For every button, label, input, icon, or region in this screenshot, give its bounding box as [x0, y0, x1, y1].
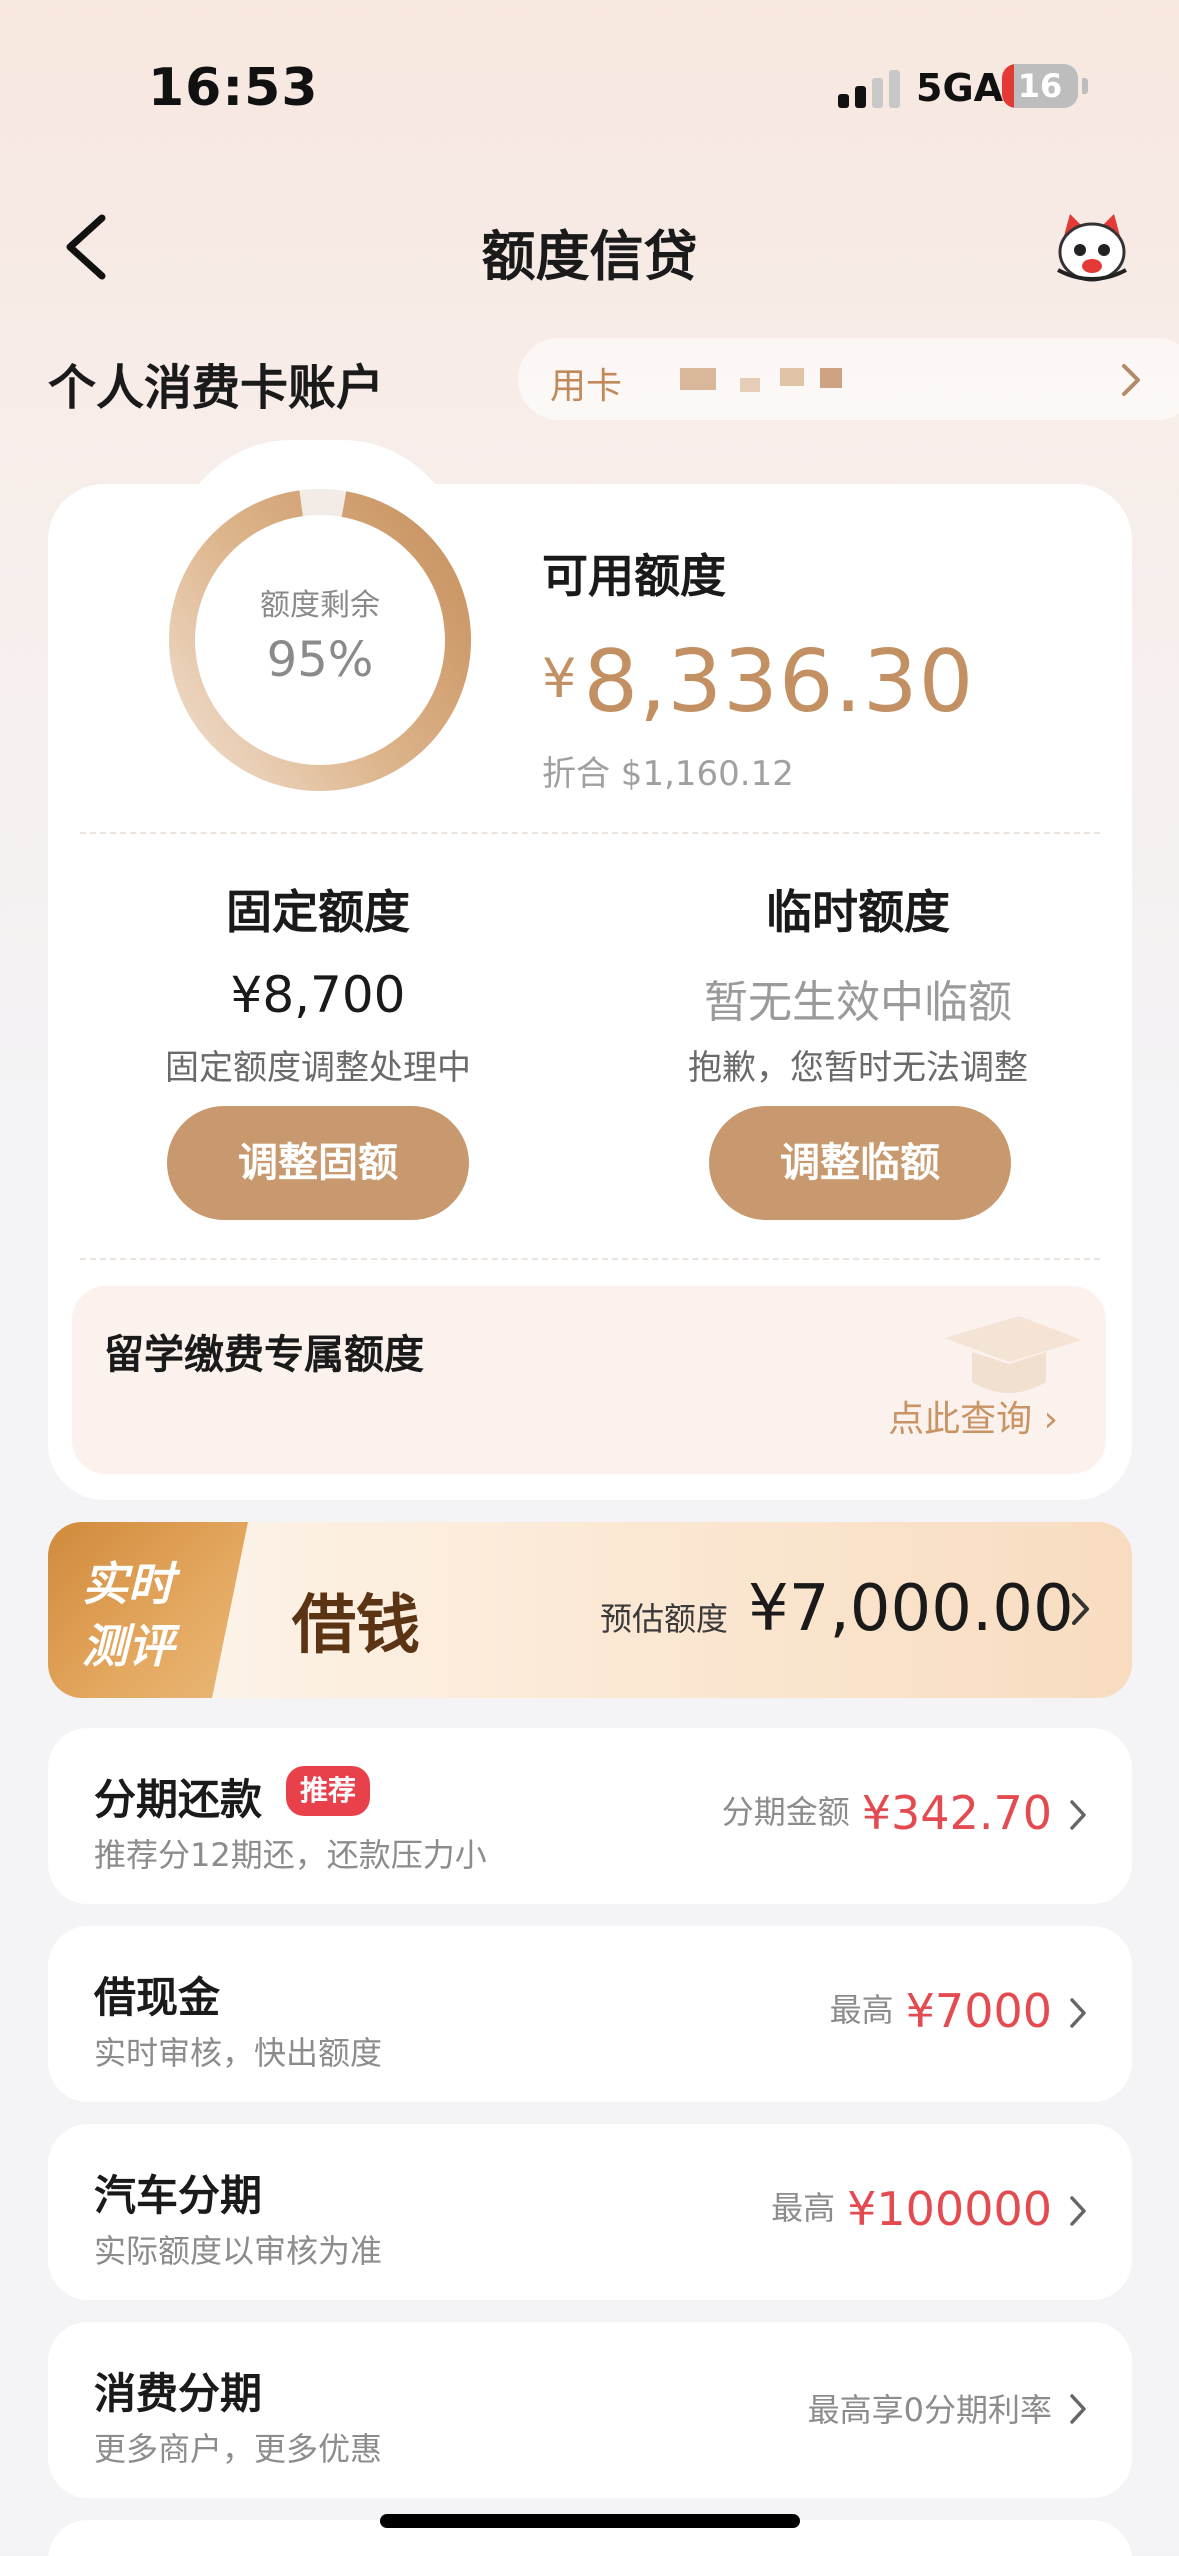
- consumer-installment-row[interactable]: 消费分期 更多商户，更多优惠 最高享0分期利率: [48, 2322, 1132, 2498]
- masked-card-number: [780, 368, 804, 386]
- row-subtitle: 实时审核，快出额度: [94, 2034, 383, 2072]
- fixed-quota: 固定额度 ¥8,700 固定额度调整处理中: [48, 876, 588, 1088]
- available-credit-amount: ¥8,336.30: [542, 632, 974, 732]
- row-subtitle: 实际额度以审核为准: [94, 2232, 383, 2270]
- card-selector[interactable]: 用卡: [518, 338, 1179, 420]
- chevron-right-icon: [1070, 1800, 1086, 1830]
- chevron-right-icon: [1122, 364, 1140, 396]
- chevron-right-icon: [1070, 1998, 1086, 2028]
- currency-symbol: ¥: [542, 647, 578, 710]
- adjust-fixed-quota-button[interactable]: 调整固额: [167, 1106, 469, 1220]
- row-title: 汽车分期: [94, 2171, 263, 2220]
- temporary-quota-amount: 暂无生效中临额: [704, 977, 1012, 1028]
- network-type: 5GA: [916, 66, 1004, 110]
- page-title: 额度信贷: [481, 225, 698, 288]
- row-value-amount: ¥7000: [905, 1984, 1052, 2038]
- fixed-quota-status: 固定额度调整处理中: [165, 1048, 471, 1088]
- row-value-label: 分期金额: [721, 1793, 850, 1831]
- row-value: 分期金额 ¥342.70: [722, 1786, 1052, 1840]
- row-value-label: 最高享0分期利率: [807, 2391, 1052, 2429]
- installment-repayment-row[interactable]: 分期还款 推荐 推荐分12期还，还款压力小 分期金额 ¥342.70: [48, 1728, 1132, 1904]
- loan-banner[interactable]: 实时 测评 借钱 预估额度 ¥7,000.00: [48, 1522, 1132, 1698]
- battery-level: 16: [1017, 67, 1063, 105]
- study-abroad-quota[interactable]: 留学缴费专属额度 点此查询 ›: [72, 1286, 1106, 1474]
- row-value-label: 最高: [771, 2189, 836, 2227]
- temporary-quota-status: 抱歉，您暂时无法调整: [688, 1048, 1028, 1088]
- available-credit-value: 8,336.30: [583, 632, 975, 732]
- mascot-icon: [1057, 214, 1127, 282]
- temporary-quota-title: 临时额度: [766, 885, 950, 939]
- row-value: 最高 ¥100000: [771, 2182, 1052, 2236]
- status-bar: 16:53 5GA 16: [0, 0, 1179, 175]
- home-indicator: [380, 2514, 800, 2528]
- row-title: 分期还款: [94, 1775, 263, 1824]
- signal-icon: [838, 70, 900, 108]
- tag-line-2: 测评: [82, 1619, 174, 1673]
- chevron-right-icon: [1070, 2394, 1086, 2424]
- converted-amount: 折合 $1,160.12: [542, 754, 794, 794]
- temporary-quota: 临时额度 暂无生效中临额 抱歉，您暂时无法调整: [588, 876, 1128, 1088]
- chevron-right-icon: [1072, 1593, 1089, 1625]
- fixed-quota-amount: ¥8,700: [230, 966, 406, 1024]
- battery-tip: [1082, 78, 1088, 94]
- realtime-assessment-tag: 实时 测评: [48, 1522, 248, 1698]
- available-credit-label: 可用额度: [542, 549, 726, 603]
- ring-label: 额度剩余: [260, 588, 380, 623]
- row-value: 最高享0分期利率: [808, 2380, 1052, 2440]
- row-value-amount: ¥342.70: [861, 1786, 1052, 1840]
- masked-card-number: [740, 378, 760, 392]
- study-abroad-title: 留学缴费专属额度: [104, 1332, 424, 1378]
- row-subtitle: 更多商户，更多优惠: [94, 2430, 383, 2468]
- tag-line-1: 实时: [82, 1557, 174, 1611]
- car-installment-row[interactable]: 汽车分期 实际额度以审核为准 最高 ¥100000: [48, 2124, 1132, 2300]
- row-value: 最高 ¥7000: [830, 1984, 1052, 2038]
- fixed-quota-title: 固定额度: [226, 885, 410, 939]
- row-title: 借现金: [94, 1973, 221, 2022]
- status-time: 16:53: [148, 58, 319, 118]
- recommend-badge: 推荐: [286, 1766, 371, 1816]
- mascot-button[interactable]: [1052, 210, 1132, 286]
- masked-card-number: [820, 368, 842, 388]
- estimated-quota-amount: ¥7,000.00: [748, 1572, 1074, 1646]
- account-title: 个人消费卡账户: [48, 360, 385, 416]
- cash-loan-row[interactable]: 借现金 实时审核，快出额度 最高 ¥7000: [48, 1926, 1132, 2102]
- study-abroad-query-link[interactable]: 点此查询 ›: [888, 1390, 1058, 1442]
- battery-icon: 16: [1002, 64, 1078, 108]
- row-subtitle: 推荐分12期还，还款压力小: [94, 1836, 487, 1874]
- loan-title: 借钱: [292, 1588, 420, 1663]
- row-title: 消费分期: [94, 2369, 263, 2418]
- adjust-temporary-quota-button[interactable]: 调整临额: [709, 1106, 1011, 1220]
- row-value-amount: ¥100000: [847, 2182, 1052, 2236]
- ring-percentage: 95%: [266, 632, 374, 688]
- divider: [80, 832, 1100, 834]
- row-value-label: 最高: [829, 1991, 894, 2029]
- masked-card-number: [680, 368, 716, 390]
- card-selector-label: 用卡: [550, 366, 623, 407]
- chevron-right-icon: [1070, 2196, 1086, 2226]
- divider: [80, 1258, 1100, 1260]
- estimated-quota-label: 预估额度: [600, 1600, 729, 1638]
